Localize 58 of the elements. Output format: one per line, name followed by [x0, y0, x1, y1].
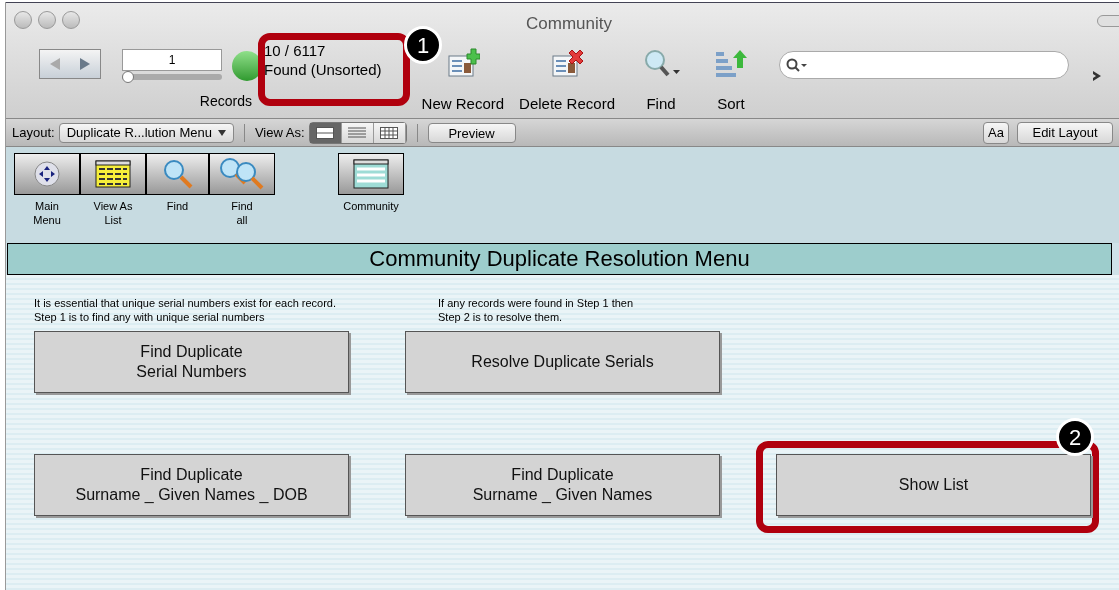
layout-label: Layout: — [12, 123, 55, 142]
magnifier-icon — [161, 158, 194, 190]
caret-icon — [217, 129, 226, 136]
search-field[interactable] — [779, 51, 1069, 79]
action-button[interactable]: Find Duplicate Serial Numbers — [34, 331, 349, 393]
action-button[interactable]: Show List — [776, 454, 1091, 516]
view-mode-button[interactable] — [309, 122, 342, 143]
found-count: 10 / 6117 — [264, 41, 327, 60]
toolbar-button[interactable]: Find — [641, 37, 681, 116]
instruction-text: If any records were found in Step 1 then Step 2 is to resolve them. — [438, 296, 634, 324]
preview-button[interactable]: Preview — [427, 122, 516, 143]
record-number-field[interactable]: 1 — [122, 48, 222, 71]
overflow-chevron-icon[interactable] — [1093, 71, 1101, 81]
window-control[interactable] — [62, 11, 80, 29]
window-title: Community — [526, 13, 612, 35]
nav-button[interactable] — [80, 153, 146, 195]
nav-button[interactable] — [209, 153, 275, 195]
header-bar: Community Duplicate Resolution Menu — [7, 243, 1112, 275]
nav-label: View As List — [93, 199, 133, 227]
layout-dropdown[interactable]: Duplicate R...lution Menu — [58, 122, 234, 143]
previous-arrow-icon — [50, 58, 60, 70]
nav-label: Main Menu — [33, 199, 61, 227]
search-icon — [786, 58, 808, 72]
action-button[interactable]: Resolve Duplicate Serials — [405, 331, 720, 393]
toolbar-button[interactable]: Sort — [713, 37, 749, 116]
magnifiers-icon — [219, 157, 265, 191]
nav-button[interactable] — [14, 153, 80, 195]
sort-icon — [713, 48, 749, 80]
toolbar-hide-button[interactable] — [1097, 15, 1119, 27]
nav-button[interactable] — [146, 153, 209, 195]
window-control[interactable] — [14, 11, 32, 29]
add-card-icon — [445, 48, 480, 80]
nav-label: Community — [343, 199, 399, 213]
delete-card-icon — [550, 48, 585, 80]
record-slider[interactable] — [122, 73, 222, 80]
toolbar-button[interactable]: Delete Record — [519, 37, 615, 116]
view-as-label: View As: — [254, 123, 305, 142]
records-label: Records — [199, 92, 252, 111]
book-navigation[interactable] — [39, 49, 101, 79]
list-view-icon — [348, 126, 367, 139]
action-button[interactable]: Find Duplicate Surname _ Given Names _ DOB — [34, 454, 349, 516]
form-icon — [353, 159, 389, 189]
action-button[interactable]: Find Duplicate Surname _ Given Names — [405, 454, 720, 516]
view-mode-button[interactable] — [373, 122, 406, 143]
nav-label: Find all — [231, 199, 253, 227]
found-status: Found (Unsorted) — [264, 60, 382, 79]
navigation-icon — [33, 160, 61, 188]
next-arrow-icon — [80, 58, 90, 70]
edit-layout-button[interactable]: Edit Layout — [1017, 121, 1113, 144]
nav-label: Find — [166, 199, 189, 213]
text-format-button[interactable]: Aa — [983, 121, 1009, 144]
table-view-icon — [380, 126, 399, 139]
instruction-text: It is essential that unique serial numbers exist for each record. Step 1 is to find any with unique serial numbers — [34, 296, 338, 324]
window-control[interactable] — [38, 11, 56, 29]
list-view-icon — [95, 160, 131, 188]
nav-button[interactable] — [338, 153, 404, 195]
form-view-icon — [316, 126, 335, 139]
view-mode-button[interactable] — [341, 122, 374, 143]
